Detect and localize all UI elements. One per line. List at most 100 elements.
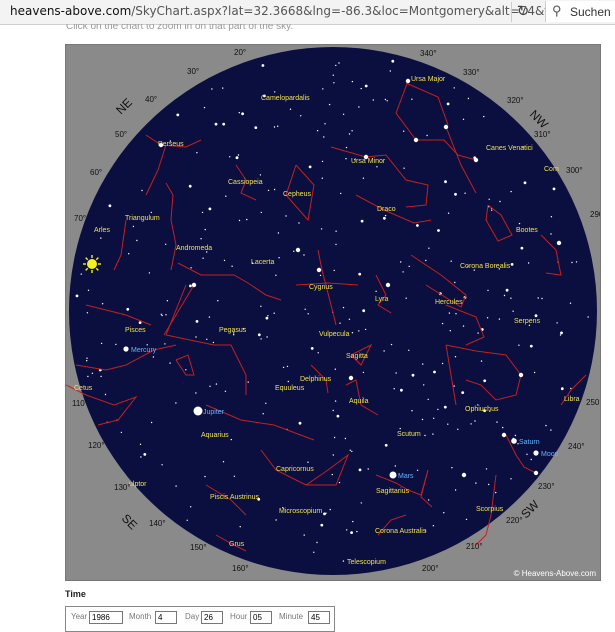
star	[358, 330, 360, 332]
constellation-label-camelopardalis: Camelopardalis	[261, 95, 310, 102]
jupiter-marker	[193, 406, 203, 416]
star	[115, 343, 117, 346]
star	[209, 385, 211, 387]
search-box[interactable]: ⚲ Suchen	[545, 1, 615, 22]
star	[334, 368, 336, 370]
minute-input[interactable]	[308, 611, 330, 624]
star	[550, 216, 553, 218]
star	[427, 398, 429, 401]
star	[259, 174, 262, 176]
star	[432, 525, 435, 527]
star	[454, 281, 456, 284]
star	[273, 126, 276, 128]
star	[238, 219, 241, 222]
star	[448, 312, 451, 314]
star	[293, 250, 295, 252]
minute-label: Minute	[279, 612, 304, 621]
azimuth-label: 70°	[74, 214, 86, 223]
star	[175, 485, 177, 487]
bright-star	[518, 372, 524, 378]
azimuth-label: 120°	[88, 441, 105, 450]
hour-input[interactable]	[250, 611, 272, 624]
star	[408, 349, 410, 351]
star	[348, 133, 351, 135]
star	[391, 59, 395, 63]
azimuth-label: 160°	[232, 564, 249, 573]
star	[333, 82, 335, 84]
star	[514, 434, 517, 437]
constellation-label-cassiopeia: Cassiopeia	[228, 179, 263, 186]
star	[141, 189, 143, 192]
month-input[interactable]	[155, 611, 177, 624]
star	[441, 362, 444, 365]
refresh-icon[interactable]: ↻	[511, 2, 534, 22]
star	[148, 272, 151, 274]
star	[335, 64, 337, 67]
star	[175, 402, 177, 404]
star	[165, 243, 167, 245]
star	[383, 216, 386, 220]
star	[222, 122, 226, 126]
sky-chart[interactable]: Ursa Major Camelopardalis Perseus Ursa Mino…	[65, 44, 601, 581]
star	[520, 246, 524, 250]
star	[331, 473, 333, 476]
star	[446, 102, 450, 106]
star	[86, 357, 88, 359]
direction-label-se: SE	[119, 511, 140, 532]
star	[329, 508, 331, 511]
star	[530, 458, 532, 461]
star	[488, 483, 490, 486]
star	[470, 423, 472, 425]
constellation-label-draco: Draco	[377, 206, 396, 213]
star	[334, 400, 337, 402]
star	[550, 429, 552, 431]
year-input[interactable]	[89, 611, 123, 624]
star	[358, 272, 362, 276]
moon-label: Moon	[541, 451, 559, 458]
star	[222, 87, 224, 89]
star	[422, 363, 424, 365]
star	[351, 130, 353, 132]
star	[274, 91, 276, 93]
star	[384, 214, 387, 217]
star	[367, 468, 369, 470]
star	[273, 312, 275, 314]
star	[342, 113, 345, 116]
star	[308, 165, 312, 169]
star	[247, 381, 249, 383]
star	[451, 467, 453, 469]
constellation-label-lacerta: Lacerta	[251, 259, 274, 266]
star	[202, 257, 204, 259]
star	[339, 322, 341, 324]
star	[449, 330, 451, 332]
sky-chart-svg[interactable]: Ursa Major Camelopardalis Perseus Ursa Mino…	[66, 45, 600, 580]
star	[447, 423, 449, 425]
star	[475, 482, 477, 484]
star	[384, 443, 388, 447]
day-input[interactable]	[201, 611, 223, 624]
star	[518, 222, 521, 225]
address-bar[interactable]: heavens-above.com/SkyChart.aspx?lat=32.3…	[0, 0, 615, 25]
star	[190, 506, 192, 508]
mercury-marker	[123, 346, 129, 352]
constellation-label-cetus: Cetus	[74, 385, 93, 392]
star	[275, 274, 277, 276]
month-label: Month	[129, 612, 152, 621]
azimuth-label: 240°	[568, 442, 585, 451]
bright-star	[461, 472, 467, 478]
star	[203, 106, 206, 109]
star	[316, 130, 319, 132]
star	[400, 388, 403, 392]
star	[395, 372, 397, 374]
constellation-label-perseus: Perseus	[158, 141, 184, 148]
star	[190, 267, 192, 269]
star	[335, 243, 337, 246]
star	[351, 80, 354, 83]
azimuth-label: 220°	[506, 516, 523, 525]
star	[486, 317, 489, 319]
star	[403, 130, 405, 132]
url-text[interactable]: heavens-above.com/SkyChart.aspx?lat=32.3…	[10, 4, 598, 18]
azimuth-label: 130°	[114, 483, 131, 492]
star	[257, 333, 261, 337]
star	[120, 431, 123, 434]
